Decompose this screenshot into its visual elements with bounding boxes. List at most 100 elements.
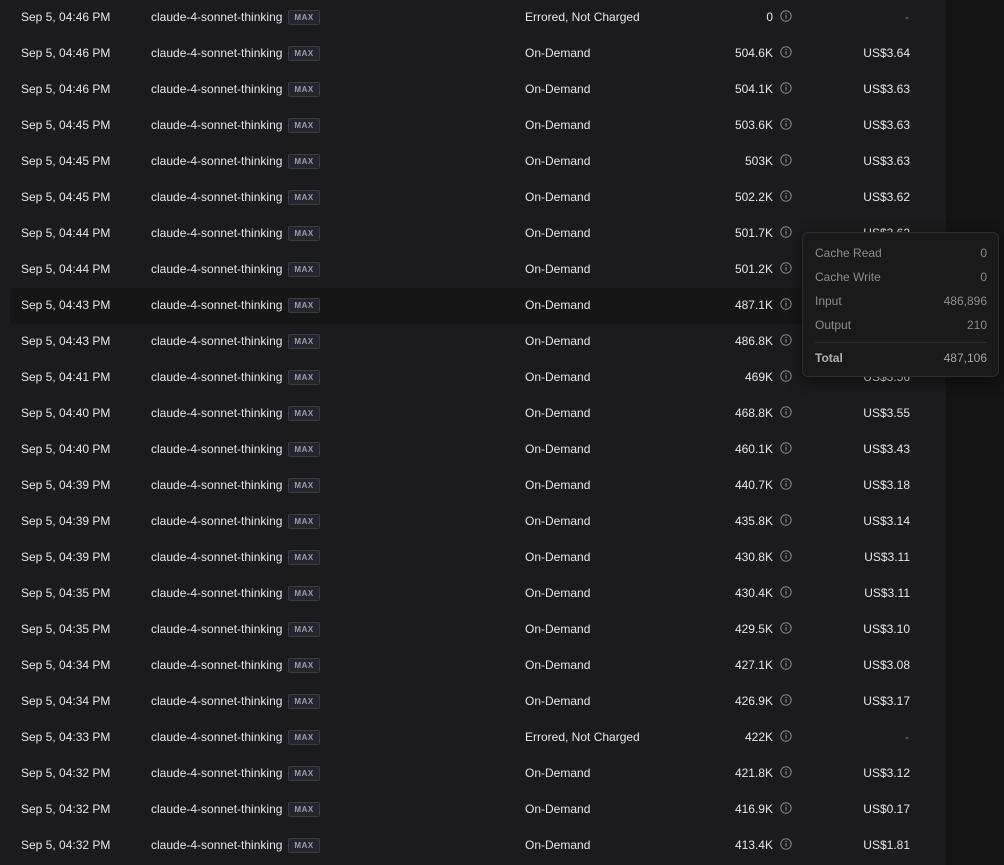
table-row: Sep 5, 04:40 PM claude-4-sonnet-thinking M… bbox=[10, 396, 936, 432]
row-model: claude-4-sonnet-thinking MAX bbox=[151, 288, 320, 322]
model-name: claude-4-sonnet-thinking bbox=[151, 370, 283, 384]
table-row: Sep 5, 04:32 PM claude-4-sonnet-thinking M… bbox=[10, 756, 936, 792]
row-tokens: 427.1K bbox=[734, 658, 773, 672]
row-date: Sep 5, 04:35 PM bbox=[21, 622, 111, 636]
row-kind: On-Demand bbox=[525, 514, 591, 528]
row-cost: US$3.10 bbox=[863, 622, 910, 636]
max-badge: MAX bbox=[288, 658, 320, 673]
row-cost: US$3.63 bbox=[863, 118, 910, 132]
row-tokens: 430.4K bbox=[734, 586, 773, 600]
row-cost: US$3.63 bbox=[863, 82, 910, 96]
row-tokens: 413.4K bbox=[734, 838, 773, 852]
row-tokens: 430.8K bbox=[734, 550, 773, 564]
info-circle-icon[interactable] bbox=[780, 550, 792, 562]
info-circle-icon[interactable] bbox=[780, 658, 792, 670]
table-row: Sep 5, 04:35 PM claude-4-sonnet-thinking M… bbox=[10, 576, 936, 612]
max-badge: MAX bbox=[288, 694, 320, 709]
row-date: Sep 5, 04:32 PM bbox=[21, 766, 111, 780]
max-badge: MAX bbox=[288, 586, 320, 601]
table-row: Sep 5, 04:40 PM claude-4-sonnet-thinking M… bbox=[10, 432, 936, 468]
info-circle-icon[interactable] bbox=[780, 802, 792, 814]
model-name: claude-4-sonnet-thinking bbox=[151, 766, 283, 780]
table-row: Sep 5, 04:46 PM claude-4-sonnet-thinking M… bbox=[10, 72, 936, 108]
row-date: Sep 5, 04:44 PM bbox=[21, 226, 111, 240]
row-kind: On-Demand bbox=[525, 118, 591, 132]
info-circle-icon[interactable] bbox=[780, 334, 792, 346]
row-kind: On-Demand bbox=[525, 190, 591, 204]
row-date: Sep 5, 04:45 PM bbox=[21, 154, 111, 168]
row-model: claude-4-sonnet-thinking MAX bbox=[151, 504, 320, 538]
row-cost: US$3.11 bbox=[864, 586, 910, 600]
table-row: Sep 5, 04:32 PM claude-4-sonnet-thinking M… bbox=[10, 828, 936, 864]
info-circle-icon[interactable] bbox=[780, 622, 792, 634]
info-circle-icon[interactable] bbox=[780, 10, 792, 22]
info-circle-icon[interactable] bbox=[780, 298, 792, 310]
max-badge: MAX bbox=[288, 406, 320, 421]
row-cost: US$3.55 bbox=[863, 406, 910, 420]
max-badge: MAX bbox=[288, 226, 320, 241]
info-circle-icon[interactable] bbox=[780, 82, 792, 94]
tooltip-label: Output bbox=[815, 318, 852, 332]
row-date: Sep 5, 04:46 PM bbox=[21, 82, 111, 96]
info-circle-icon[interactable] bbox=[780, 514, 792, 526]
info-circle-icon[interactable] bbox=[780, 262, 792, 274]
row-model: claude-4-sonnet-thinking MAX bbox=[151, 828, 320, 862]
table-row: Sep 5, 04:39 PM claude-4-sonnet-thinking M… bbox=[10, 540, 936, 576]
tooltip-total-label: Total bbox=[815, 351, 843, 365]
table-row: Sep 5, 04:32 PM claude-4-sonnet-thinking M… bbox=[10, 792, 936, 828]
model-name: claude-4-sonnet-thinking bbox=[151, 46, 283, 60]
row-model: claude-4-sonnet-thinking MAX bbox=[151, 72, 320, 106]
info-circle-icon[interactable] bbox=[780, 406, 792, 418]
info-circle-icon[interactable] bbox=[780, 190, 792, 202]
row-date: Sep 5, 04:46 PM bbox=[21, 46, 111, 60]
table-row: Sep 5, 04:46 PM claude-4-sonnet-thinking M… bbox=[10, 0, 936, 36]
model-name: claude-4-sonnet-thinking bbox=[151, 802, 283, 816]
table-row: Sep 5, 04:45 PM claude-4-sonnet-thinking M… bbox=[10, 108, 936, 144]
info-circle-icon[interactable] bbox=[780, 46, 792, 58]
info-circle-icon[interactable] bbox=[780, 694, 792, 706]
row-tokens: 502.2K bbox=[734, 190, 773, 204]
row-date: Sep 5, 04:33 PM bbox=[21, 730, 111, 744]
row-tokens: 501.7K bbox=[734, 226, 773, 240]
row-cost: US$3.64 bbox=[863, 46, 910, 60]
row-tokens: 504.6K bbox=[734, 46, 773, 60]
info-circle-icon[interactable] bbox=[780, 766, 792, 778]
model-name: claude-4-sonnet-thinking bbox=[151, 838, 283, 852]
row-model: claude-4-sonnet-thinking MAX bbox=[151, 792, 320, 826]
row-tokens: 501.2K bbox=[734, 262, 773, 276]
max-badge: MAX bbox=[288, 190, 320, 205]
table-row: Sep 5, 04:45 PM claude-4-sonnet-thinking M… bbox=[10, 180, 936, 216]
row-date: Sep 5, 04:35 PM bbox=[21, 586, 111, 600]
row-date: Sep 5, 04:43 PM bbox=[21, 334, 111, 348]
info-circle-icon[interactable] bbox=[780, 730, 792, 742]
row-tokens: 440.7K bbox=[734, 478, 773, 492]
row-cost: US$3.43 bbox=[863, 442, 910, 456]
row-kind: On-Demand bbox=[525, 82, 591, 96]
max-badge: MAX bbox=[288, 154, 320, 169]
info-circle-icon[interactable] bbox=[780, 478, 792, 490]
row-cost: US$3.63 bbox=[863, 154, 910, 168]
row-cost: US$3.62 bbox=[863, 190, 910, 204]
table-row: Sep 5, 04:44 PM claude-4-sonnet-thinking M… bbox=[10, 216, 936, 252]
max-badge: MAX bbox=[288, 82, 320, 97]
row-date: Sep 5, 04:34 PM bbox=[21, 658, 111, 672]
row-model: claude-4-sonnet-thinking MAX bbox=[151, 108, 320, 142]
row-date: Sep 5, 04:39 PM bbox=[21, 478, 111, 492]
model-name: claude-4-sonnet-thinking bbox=[151, 10, 283, 24]
tooltip-total-value: 487,106 bbox=[943, 351, 987, 365]
tooltip-value: 210 bbox=[966, 318, 987, 332]
row-cost: US$3.18 bbox=[863, 478, 910, 492]
info-circle-icon[interactable] bbox=[780, 370, 792, 382]
info-circle-icon[interactable] bbox=[780, 586, 792, 598]
row-tokens: 487.1K bbox=[734, 298, 773, 312]
info-circle-icon[interactable] bbox=[780, 226, 792, 238]
info-circle-icon[interactable] bbox=[780, 154, 792, 166]
info-circle-icon[interactable] bbox=[780, 838, 792, 850]
row-date: Sep 5, 04:46 PM bbox=[21, 10, 111, 24]
row-tokens: 429.5K bbox=[734, 622, 773, 636]
row-kind: Errored, Not Charged bbox=[525, 730, 640, 744]
table-row: Sep 5, 04:34 PM claude-4-sonnet-thinking M… bbox=[10, 684, 936, 720]
info-circle-icon[interactable] bbox=[780, 118, 792, 130]
model-name: claude-4-sonnet-thinking bbox=[151, 262, 283, 276]
info-circle-icon[interactable] bbox=[780, 442, 792, 454]
